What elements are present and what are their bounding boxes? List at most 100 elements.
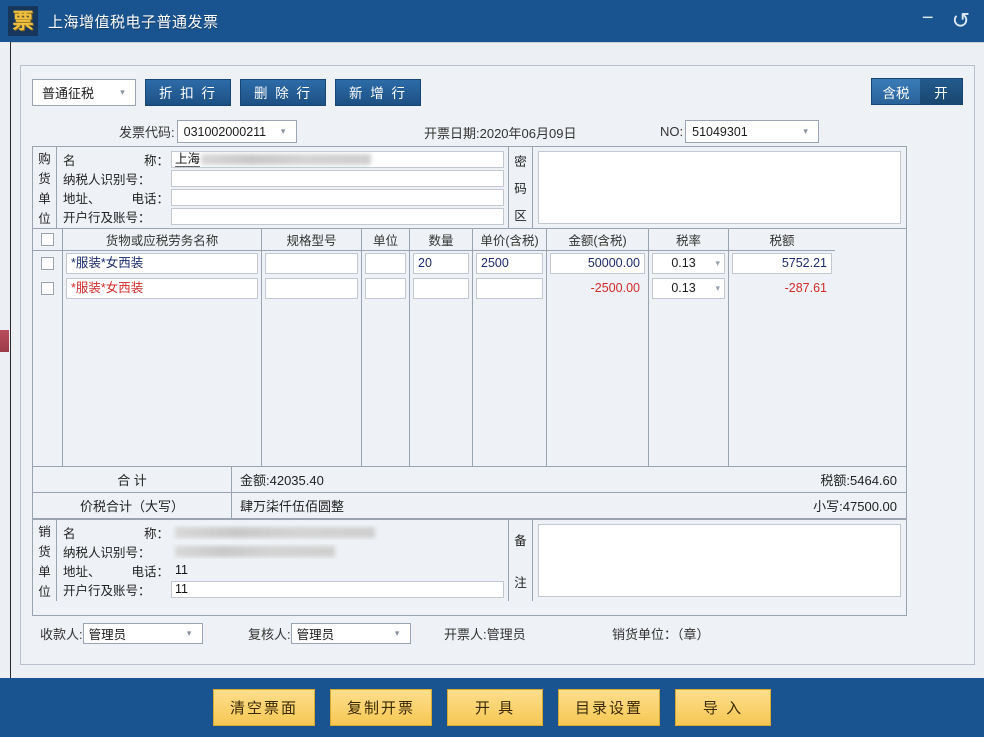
unit-price-input[interactable]: 2500 bbox=[476, 253, 543, 274]
table-cell: *服装*女西装 bbox=[63, 251, 261, 276]
buyer-name-input[interactable]: 上海 bbox=[171, 150, 504, 168]
seller-addr-input[interactable]: 11 bbox=[171, 562, 504, 579]
spec-input[interactable] bbox=[265, 253, 358, 274]
copy-invoice-button[interactable]: 复制开票 bbox=[329, 689, 432, 726]
delete-row-button[interactable]: 删 除 行 bbox=[240, 78, 327, 106]
window-title-bar: 票 上海增值税电子普通发票 − ↺ bbox=[0, 0, 984, 42]
catalog-settings-button[interactable]: 目录设置 bbox=[558, 689, 661, 726]
column-header: 金额(含税) bbox=[547, 229, 648, 251]
remark-input[interactable] bbox=[538, 524, 901, 597]
seller-v-char: 单 bbox=[38, 565, 51, 580]
unit-input[interactable] bbox=[365, 278, 406, 299]
window-title: 上海增值税电子普通发票 bbox=[48, 13, 219, 31]
invoice-body: 购 货 单 位 名 称： 上海 纳税人识别号： 地址、 电话： 开户行及账号： … bbox=[32, 146, 907, 616]
discount-row-button[interactable]: 折 扣 行 bbox=[145, 78, 232, 106]
remark-box bbox=[533, 520, 906, 601]
buyer-bank-label: 开户行及账号： bbox=[63, 210, 151, 225]
tax-amount-input[interactable]: 5752.21 bbox=[732, 253, 832, 274]
seller-taxid-input[interactable] bbox=[171, 543, 504, 560]
seller-name-input[interactable] bbox=[171, 524, 504, 541]
row-select-cell bbox=[33, 251, 62, 276]
column-select bbox=[33, 229, 63, 466]
clear-invoice-button[interactable]: 清空票面 bbox=[212, 689, 315, 726]
buyer-bank-row: 开户行及账号： bbox=[57, 207, 508, 225]
invoice-no-group: NO: 51049301 ▾ bbox=[660, 120, 820, 143]
buyer-fields: 名 称： 上海 纳税人识别号： 地址、 电话： 开户行及账号： bbox=[57, 147, 509, 228]
row-checkbox[interactable] bbox=[41, 257, 54, 270]
app-logo-icon: 票 bbox=[8, 6, 38, 36]
seller-addr-label-a: 地址、 bbox=[63, 564, 101, 579]
buyer-v-char: 位 bbox=[38, 212, 51, 227]
chevron-down-icon: ▾ bbox=[280, 126, 286, 136]
tax-type-select[interactable]: 普通征税 ▾ bbox=[32, 78, 136, 106]
chevron-down-icon: ▾ bbox=[120, 86, 125, 97]
payee-select[interactable]: 管理员 ▾ bbox=[82, 622, 203, 644]
tax-included-toggle[interactable]: 含税 bbox=[872, 79, 920, 104]
amount-input[interactable]: 50000.00 bbox=[550, 253, 645, 274]
restore-back-icon[interactable]: ↺ bbox=[952, 10, 970, 32]
totals-tax: 税额:5464.60 bbox=[820, 473, 897, 488]
column-amount: 金额(含税) 50000.00 -2500.00 bbox=[547, 229, 649, 466]
redacted-block bbox=[175, 526, 375, 538]
column-header: 单价(含税) bbox=[473, 229, 546, 251]
secret-area-input[interactable] bbox=[538, 151, 901, 224]
table-cell: 0.13 bbox=[649, 251, 728, 276]
seller-section: 销 货 单 位 名 称： 纳税人识别号： 地址、 电话： 11 开户行及账号： … bbox=[33, 519, 906, 601]
reviewer-select[interactable]: 管理员 ▾ bbox=[290, 622, 411, 644]
tax-rate-select[interactable]: 0.13 bbox=[652, 278, 725, 299]
bottom-action-bar: 清空票面 复制开票 开 具 目录设置 导 入 bbox=[0, 678, 984, 737]
import-button[interactable]: 导 入 bbox=[675, 689, 772, 726]
seller-bank-label: 开户行及账号： bbox=[63, 583, 151, 598]
goods-name-input[interactable]: *服装*女西装 bbox=[66, 253, 258, 274]
tax-amount-input[interactable]: -287.61 bbox=[732, 278, 832, 299]
invoice-header-line: 发票代码: 031002000211 ▾ 开票日期:2020年06月09日 NO… bbox=[32, 116, 963, 146]
spec-input[interactable] bbox=[265, 278, 358, 299]
form-toolbar: 普通征税 ▾ 折 扣 行 删 除 行 新 增 行 bbox=[32, 78, 422, 106]
secret-area-vertical-label: 密 码 区 bbox=[509, 147, 533, 228]
add-row-button[interactable]: 新 增 行 bbox=[335, 78, 422, 106]
unit-price-input[interactable] bbox=[476, 278, 543, 299]
seller-bank-input[interactable]: 11 bbox=[171, 580, 504, 598]
buyer-taxid-row: 纳税人识别号： bbox=[57, 169, 508, 187]
goods-name-input[interactable]: *服装*女西装 bbox=[66, 278, 258, 299]
quantity-input[interactable] bbox=[413, 278, 469, 299]
seller-bank-row: 开户行及账号： 11 bbox=[57, 580, 508, 598]
column-header: 货物或应税劳务名称 bbox=[63, 229, 261, 251]
unit-input[interactable] bbox=[365, 253, 406, 274]
minimize-icon[interactable]: − bbox=[922, 8, 934, 28]
row-checkbox[interactable] bbox=[41, 282, 54, 295]
buyer-bank-input[interactable] bbox=[171, 207, 504, 225]
payee-label: 收款人: bbox=[40, 626, 83, 642]
grand-total-words: 肆万柒仟伍佰圆整 bbox=[240, 499, 345, 514]
column-header: 单位 bbox=[362, 229, 409, 251]
grand-total-row: 价税合计（大写） 肆万柒仟伍佰圆整 小写:47500.00 bbox=[33, 493, 906, 519]
amount-input[interactable]: -2500.00 bbox=[550, 278, 645, 299]
select-all-checkbox[interactable] bbox=[41, 233, 54, 246]
open-toggle[interactable]: 开 bbox=[920, 79, 962, 104]
tax-rate-select[interactable]: 0.13 bbox=[652, 253, 725, 274]
invoice-code-select[interactable]: 031002000211 ▾ bbox=[176, 120, 297, 143]
seller-name-label-a: 名 bbox=[63, 526, 76, 541]
remark-v-char: 备 bbox=[514, 534, 527, 548]
column-tax-rate: 税率 0.13 0.13 bbox=[649, 229, 729, 466]
buyer-v-char: 单 bbox=[38, 192, 51, 207]
table-cell bbox=[410, 276, 472, 301]
left-edge-rail bbox=[0, 42, 11, 678]
secret-v-char: 密 bbox=[514, 155, 527, 169]
invoice-no-select[interactable]: 51049301 ▾ bbox=[685, 120, 820, 143]
buyer-addr-input[interactable] bbox=[171, 188, 504, 206]
row-select-cell bbox=[33, 276, 62, 301]
table-cell bbox=[262, 276, 361, 301]
table-cell bbox=[262, 251, 361, 276]
totals-row: 合 计 金额:42035.40 税额:5464.60 bbox=[33, 467, 906, 493]
buyer-addr-label-b: 电话： bbox=[131, 191, 169, 206]
buyer-name-label-b: 称： bbox=[143, 153, 169, 168]
seller-fields: 名 称： 纳税人识别号： 地址、 电话： 11 开户行及账号： 11 bbox=[57, 520, 509, 601]
buyer-section: 购 货 单 位 名 称： 上海 纳税人识别号： 地址、 电话： 开户行及账号： … bbox=[33, 147, 906, 229]
buyer-taxid-input[interactable] bbox=[171, 169, 504, 187]
seller-vertical-label: 销 货 单 位 bbox=[33, 520, 57, 601]
buyer-name-row: 名 称： 上海 bbox=[57, 150, 508, 168]
issue-invoice-button[interactable]: 开 具 bbox=[447, 689, 543, 726]
quantity-input[interactable]: 20 bbox=[413, 253, 469, 274]
seller-taxid-row: 纳税人识别号： bbox=[57, 542, 508, 560]
